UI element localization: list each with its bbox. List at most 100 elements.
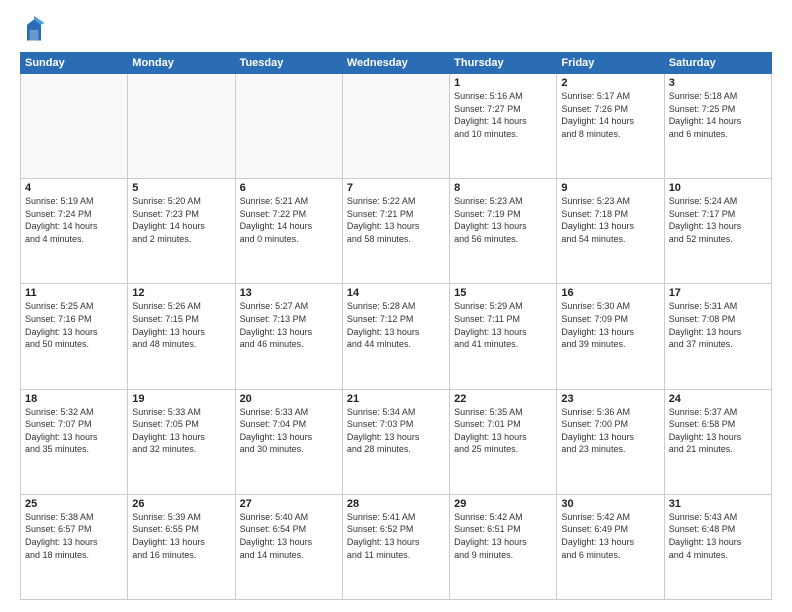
week-row-2: 4Sunrise: 5:19 AM Sunset: 7:24 PM Daylig…	[21, 179, 772, 284]
calendar-cell: 1Sunrise: 5:16 AM Sunset: 7:27 PM Daylig…	[450, 74, 557, 179]
day-info: Sunrise: 5:29 AM Sunset: 7:11 PM Dayligh…	[454, 300, 552, 350]
day-info: Sunrise: 5:33 AM Sunset: 7:05 PM Dayligh…	[132, 406, 230, 456]
day-number: 22	[454, 393, 552, 405]
calendar-cell: 31Sunrise: 5:43 AM Sunset: 6:48 PM Dayli…	[664, 494, 771, 599]
calendar-cell: 22Sunrise: 5:35 AM Sunset: 7:01 PM Dayli…	[450, 389, 557, 494]
calendar-cell: 12Sunrise: 5:26 AM Sunset: 7:15 PM Dayli…	[128, 284, 235, 389]
day-number: 27	[240, 498, 338, 510]
calendar-cell: 25Sunrise: 5:38 AM Sunset: 6:57 PM Dayli…	[21, 494, 128, 599]
day-info: Sunrise: 5:37 AM Sunset: 6:58 PM Dayligh…	[669, 406, 767, 456]
day-number: 9	[561, 182, 659, 194]
day-info: Sunrise: 5:42 AM Sunset: 6:51 PM Dayligh…	[454, 511, 552, 561]
week-row-4: 18Sunrise: 5:32 AM Sunset: 7:07 PM Dayli…	[21, 389, 772, 494]
calendar-cell: 10Sunrise: 5:24 AM Sunset: 7:17 PM Dayli…	[664, 179, 771, 284]
logo	[20, 16, 52, 44]
day-info: Sunrise: 5:22 AM Sunset: 7:21 PM Dayligh…	[347, 195, 445, 245]
day-info: Sunrise: 5:23 AM Sunset: 7:19 PM Dayligh…	[454, 195, 552, 245]
day-number: 18	[25, 393, 123, 405]
calendar-cell: 8Sunrise: 5:23 AM Sunset: 7:19 PM Daylig…	[450, 179, 557, 284]
day-number: 13	[240, 287, 338, 299]
day-info: Sunrise: 5:20 AM Sunset: 7:23 PM Dayligh…	[132, 195, 230, 245]
calendar-cell: 27Sunrise: 5:40 AM Sunset: 6:54 PM Dayli…	[235, 494, 342, 599]
day-number: 29	[454, 498, 552, 510]
day-info: Sunrise: 5:16 AM Sunset: 7:27 PM Dayligh…	[454, 90, 552, 140]
day-info: Sunrise: 5:27 AM Sunset: 7:13 PM Dayligh…	[240, 300, 338, 350]
day-number: 14	[347, 287, 445, 299]
calendar-cell	[342, 74, 449, 179]
day-number: 28	[347, 498, 445, 510]
calendar-cell: 23Sunrise: 5:36 AM Sunset: 7:00 PM Dayli…	[557, 389, 664, 494]
day-number: 17	[669, 287, 767, 299]
logo-icon	[20, 16, 48, 44]
calendar-cell: 7Sunrise: 5:22 AM Sunset: 7:21 PM Daylig…	[342, 179, 449, 284]
day-info: Sunrise: 5:41 AM Sunset: 6:52 PM Dayligh…	[347, 511, 445, 561]
day-number: 3	[669, 77, 767, 89]
calendar-cell: 24Sunrise: 5:37 AM Sunset: 6:58 PM Dayli…	[664, 389, 771, 494]
calendar-cell: 9Sunrise: 5:23 AM Sunset: 7:18 PM Daylig…	[557, 179, 664, 284]
calendar-cell: 6Sunrise: 5:21 AM Sunset: 7:22 PM Daylig…	[235, 179, 342, 284]
week-row-3: 11Sunrise: 5:25 AM Sunset: 7:16 PM Dayli…	[21, 284, 772, 389]
day-info: Sunrise: 5:17 AM Sunset: 7:26 PM Dayligh…	[561, 90, 659, 140]
day-info: Sunrise: 5:43 AM Sunset: 6:48 PM Dayligh…	[669, 511, 767, 561]
day-number: 2	[561, 77, 659, 89]
day-info: Sunrise: 5:35 AM Sunset: 7:01 PM Dayligh…	[454, 406, 552, 456]
col-header-friday: Friday	[557, 53, 664, 74]
calendar-cell: 20Sunrise: 5:33 AM Sunset: 7:04 PM Dayli…	[235, 389, 342, 494]
calendar-cell: 28Sunrise: 5:41 AM Sunset: 6:52 PM Dayli…	[342, 494, 449, 599]
day-number: 1	[454, 77, 552, 89]
day-number: 12	[132, 287, 230, 299]
col-header-tuesday: Tuesday	[235, 53, 342, 74]
calendar-cell: 11Sunrise: 5:25 AM Sunset: 7:16 PM Dayli…	[21, 284, 128, 389]
day-number: 5	[132, 182, 230, 194]
day-info: Sunrise: 5:28 AM Sunset: 7:12 PM Dayligh…	[347, 300, 445, 350]
day-number: 25	[25, 498, 123, 510]
day-info: Sunrise: 5:38 AM Sunset: 6:57 PM Dayligh…	[25, 511, 123, 561]
day-info: Sunrise: 5:21 AM Sunset: 7:22 PM Dayligh…	[240, 195, 338, 245]
day-number: 31	[669, 498, 767, 510]
day-info: Sunrise: 5:33 AM Sunset: 7:04 PM Dayligh…	[240, 406, 338, 456]
calendar-cell: 3Sunrise: 5:18 AM Sunset: 7:25 PM Daylig…	[664, 74, 771, 179]
day-number: 16	[561, 287, 659, 299]
calendar-cell: 29Sunrise: 5:42 AM Sunset: 6:51 PM Dayli…	[450, 494, 557, 599]
header-row: SundayMondayTuesdayWednesdayThursdayFrid…	[21, 53, 772, 74]
calendar-cell: 14Sunrise: 5:28 AM Sunset: 7:12 PM Dayli…	[342, 284, 449, 389]
week-row-1: 1Sunrise: 5:16 AM Sunset: 7:27 PM Daylig…	[21, 74, 772, 179]
day-number: 11	[25, 287, 123, 299]
day-number: 30	[561, 498, 659, 510]
col-header-sunday: Sunday	[21, 53, 128, 74]
day-number: 24	[669, 393, 767, 405]
day-info: Sunrise: 5:34 AM Sunset: 7:03 PM Dayligh…	[347, 406, 445, 456]
col-header-saturday: Saturday	[664, 53, 771, 74]
calendar-cell: 16Sunrise: 5:30 AM Sunset: 7:09 PM Dayli…	[557, 284, 664, 389]
day-number: 15	[454, 287, 552, 299]
calendar-cell	[21, 74, 128, 179]
day-number: 4	[25, 182, 123, 194]
day-number: 19	[132, 393, 230, 405]
calendar-cell: 18Sunrise: 5:32 AM Sunset: 7:07 PM Dayli…	[21, 389, 128, 494]
calendar-cell: 17Sunrise: 5:31 AM Sunset: 7:08 PM Dayli…	[664, 284, 771, 389]
day-info: Sunrise: 5:26 AM Sunset: 7:15 PM Dayligh…	[132, 300, 230, 350]
day-info: Sunrise: 5:23 AM Sunset: 7:18 PM Dayligh…	[561, 195, 659, 245]
day-info: Sunrise: 5:30 AM Sunset: 7:09 PM Dayligh…	[561, 300, 659, 350]
page: SundayMondayTuesdayWednesdayThursdayFrid…	[0, 0, 792, 612]
col-header-thursday: Thursday	[450, 53, 557, 74]
day-info: Sunrise: 5:31 AM Sunset: 7:08 PM Dayligh…	[669, 300, 767, 350]
day-info: Sunrise: 5:39 AM Sunset: 6:55 PM Dayligh…	[132, 511, 230, 561]
calendar-cell: 30Sunrise: 5:42 AM Sunset: 6:49 PM Dayli…	[557, 494, 664, 599]
day-number: 6	[240, 182, 338, 194]
calendar-cell: 2Sunrise: 5:17 AM Sunset: 7:26 PM Daylig…	[557, 74, 664, 179]
day-info: Sunrise: 5:19 AM Sunset: 7:24 PM Dayligh…	[25, 195, 123, 245]
day-number: 8	[454, 182, 552, 194]
calendar-cell: 26Sunrise: 5:39 AM Sunset: 6:55 PM Dayli…	[128, 494, 235, 599]
week-row-5: 25Sunrise: 5:38 AM Sunset: 6:57 PM Dayli…	[21, 494, 772, 599]
day-number: 21	[347, 393, 445, 405]
day-number: 20	[240, 393, 338, 405]
calendar-cell: 15Sunrise: 5:29 AM Sunset: 7:11 PM Dayli…	[450, 284, 557, 389]
calendar-cell: 19Sunrise: 5:33 AM Sunset: 7:05 PM Dayli…	[128, 389, 235, 494]
header	[20, 16, 772, 44]
day-info: Sunrise: 5:24 AM Sunset: 7:17 PM Dayligh…	[669, 195, 767, 245]
calendar-cell	[235, 74, 342, 179]
day-info: Sunrise: 5:18 AM Sunset: 7:25 PM Dayligh…	[669, 90, 767, 140]
calendar-cell	[128, 74, 235, 179]
day-number: 10	[669, 182, 767, 194]
